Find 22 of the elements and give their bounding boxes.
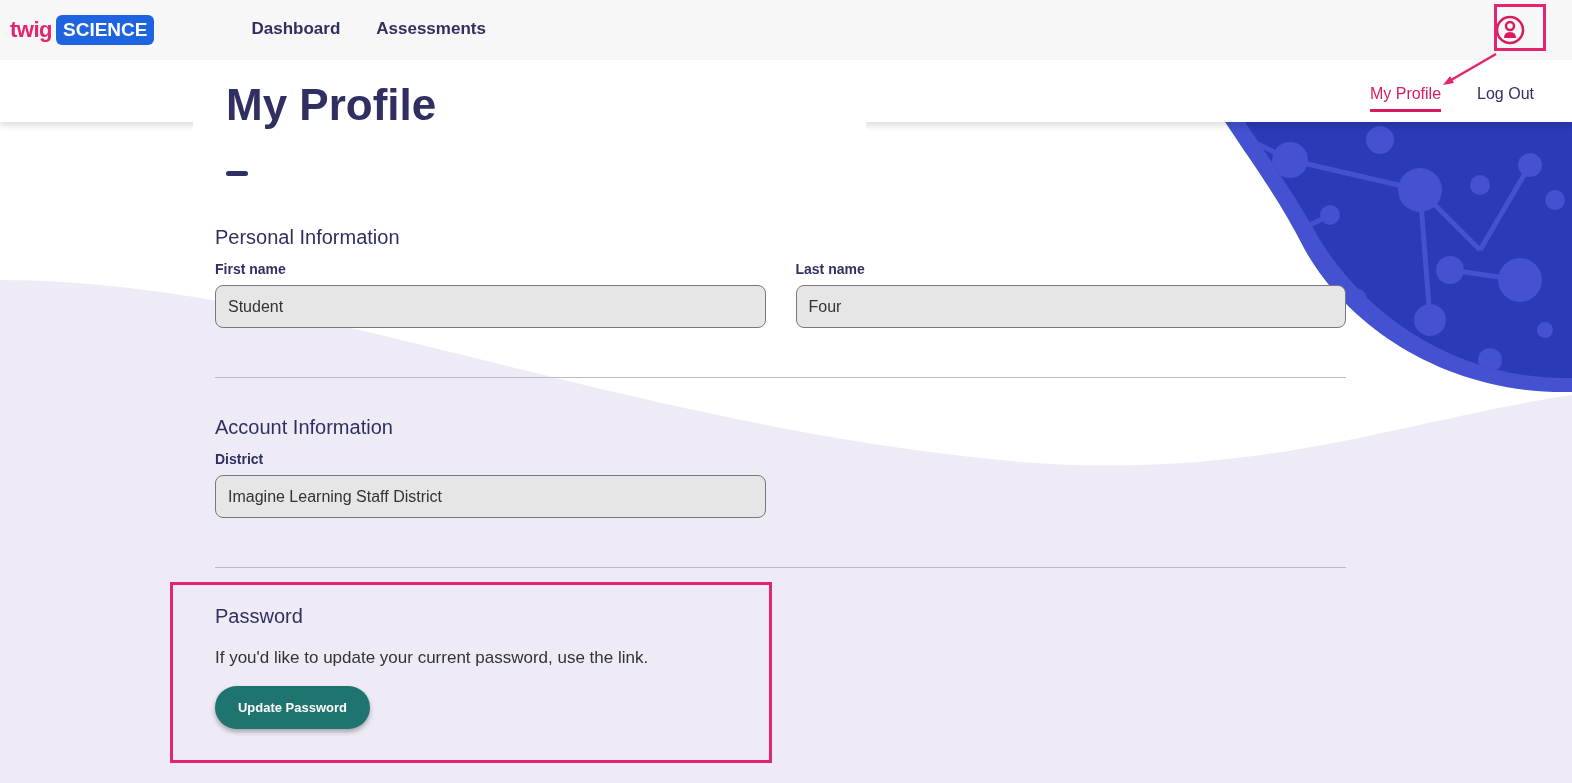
field-label: Last name xyxy=(795,261,866,277)
section-heading: Password xyxy=(215,605,304,628)
profile-menu-tab[interactable]: Log Out xyxy=(1477,76,1534,112)
field-label: First name xyxy=(215,261,287,277)
password-info-text: If you'd like to update your current password, use the link. xyxy=(215,648,650,668)
logo-badge: SCIENCE xyxy=(56,15,155,45)
field-label: District xyxy=(215,451,265,467)
twig-science-logo[interactable]: twig SCIENCE xyxy=(10,15,155,45)
highlight-box xyxy=(1494,4,1546,51)
input-field[interactable]: Imagine Learning Staff District xyxy=(215,475,766,518)
input-field[interactable]: Student xyxy=(215,285,766,328)
user-account-icon[interactable] xyxy=(1495,15,1525,45)
nav-link[interactable]: Assessments xyxy=(376,15,486,45)
section-heading: Account Information xyxy=(215,416,394,439)
update-password-button[interactable]: Update Password xyxy=(215,686,370,729)
section-heading: Personal Information xyxy=(215,226,401,249)
page-title: My Profile xyxy=(226,80,438,130)
nav-link[interactable]: Dashboard xyxy=(251,15,341,45)
profile-menu-tab[interactable]: My Profile xyxy=(1369,76,1442,112)
input-field[interactable]: Four xyxy=(795,285,1346,328)
logo-wordmark: twig xyxy=(10,17,52,43)
title-accent-bar xyxy=(226,171,248,176)
